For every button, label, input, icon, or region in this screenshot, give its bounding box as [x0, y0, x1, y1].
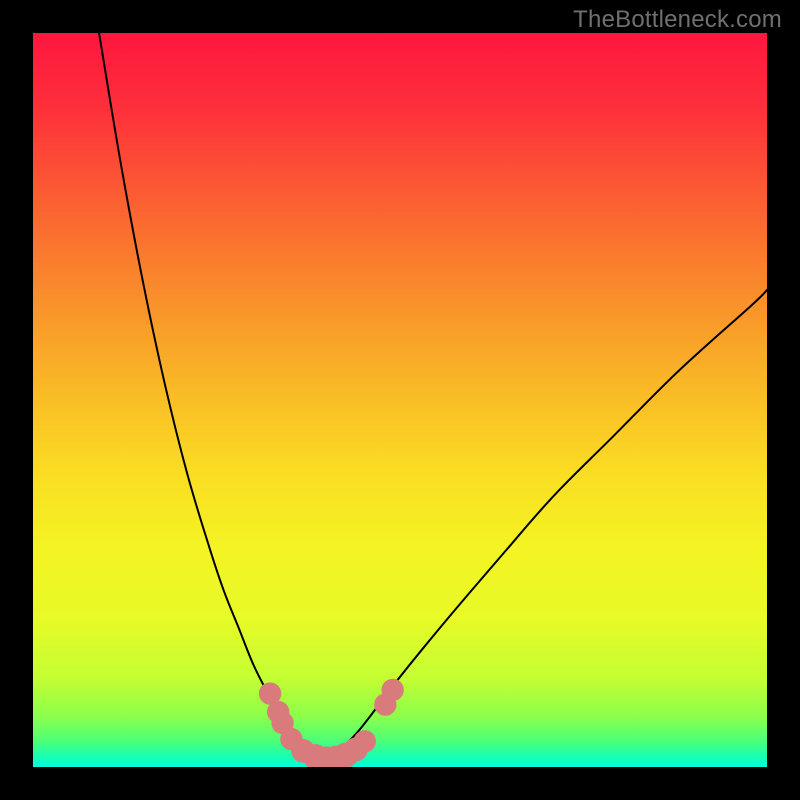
chart-svg — [33, 33, 767, 767]
marker-dot — [354, 730, 376, 752]
watermark-text: TheBottleneck.com — [573, 6, 782, 34]
chart-frame: TheBottleneck.com — [0, 0, 800, 800]
marker-dot — [381, 679, 403, 701]
gradient-background — [33, 33, 767, 767]
plot-area — [33, 33, 767, 767]
